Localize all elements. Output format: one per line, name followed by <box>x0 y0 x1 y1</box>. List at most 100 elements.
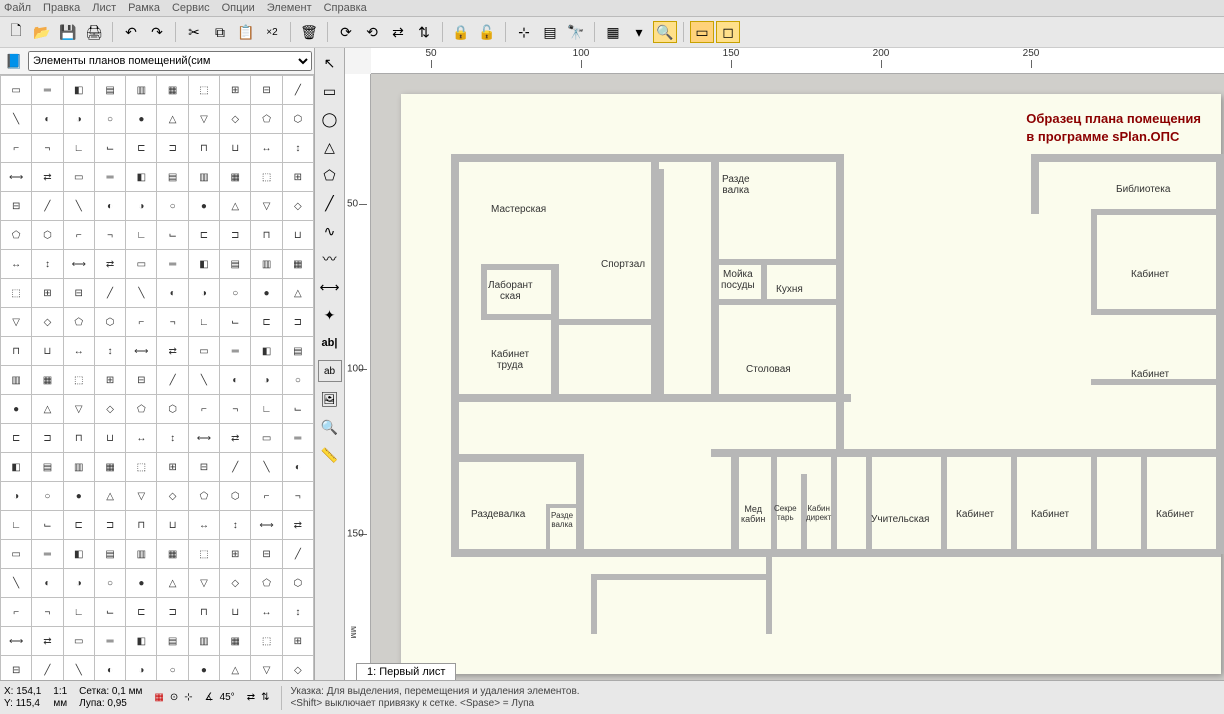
symbol-item[interactable]: ⟷ <box>189 424 219 452</box>
layers-icon[interactable]: ▤ <box>538 21 562 43</box>
symbol-item[interactable]: ⊏ <box>189 221 219 249</box>
node-icon[interactable]: ✦ <box>318 304 342 326</box>
symbol-item[interactable]: ↔ <box>1 250 31 278</box>
symbol-item[interactable]: ⊓ <box>189 134 219 162</box>
symbol-item[interactable]: ▦ <box>283 250 313 278</box>
symbol-item[interactable]: ⊓ <box>64 424 94 452</box>
symbol-item[interactable]: ◇ <box>220 105 250 133</box>
symbol-item[interactable]: ▦ <box>220 163 250 191</box>
symbol-item[interactable]: ⊟ <box>251 540 281 568</box>
unlock-icon[interactable]: 🔓 <box>475 21 499 43</box>
symbol-item[interactable]: △ <box>157 569 187 597</box>
symbol-item[interactable]: ⊔ <box>95 424 125 452</box>
menu-service[interactable]: Сервис <box>172 2 210 14</box>
symbol-item[interactable]: ▥ <box>189 163 219 191</box>
symbol-item[interactable]: ◧ <box>126 163 156 191</box>
textbox-icon[interactable]: ab <box>318 360 342 382</box>
symbol-item[interactable]: ╱ <box>95 279 125 307</box>
symbol-item[interactable]: ▤ <box>220 250 250 278</box>
symbol-item[interactable]: ▦ <box>220 627 250 655</box>
library-dropdown[interactable]: Элементы планов помещений(сим <box>28 51 312 71</box>
symbol-item[interactable]: ═ <box>32 76 62 104</box>
symbol-item[interactable]: ╱ <box>32 656 62 680</box>
symbol-item[interactable]: ▽ <box>126 482 156 510</box>
polygon-icon[interactable]: ⬠ <box>318 164 342 186</box>
open-icon[interactable]: 📂 <box>30 21 54 43</box>
symbol-item[interactable]: ⟷ <box>126 337 156 365</box>
symbol-item[interactable]: ⊐ <box>95 511 125 539</box>
symbol-item[interactable]: ╲ <box>126 279 156 307</box>
symbol-item[interactable]: ▤ <box>157 163 187 191</box>
symbol-item[interactable]: ▥ <box>189 627 219 655</box>
delete-icon[interactable]: 🗑 <box>297 21 321 43</box>
symbol-item[interactable]: ⬡ <box>283 105 313 133</box>
symbol-item[interactable]: ⊞ <box>157 453 187 481</box>
image-icon[interactable]: 🖼 <box>318 388 342 410</box>
symbol-item[interactable]: ⌐ <box>1 134 31 162</box>
refresh-icon[interactable]: ⟳ <box>334 21 358 43</box>
symbol-item[interactable]: ◑ <box>1 482 31 510</box>
symbol-item[interactable]: ⊟ <box>64 279 94 307</box>
curve-icon[interactable]: ∿ <box>318 220 342 242</box>
menu-frame[interactable]: Рамка <box>128 2 160 14</box>
menu-help[interactable]: Справка <box>324 2 367 14</box>
find-icon[interactable]: 🔭 <box>564 21 588 43</box>
symbol-item[interactable]: ⬚ <box>1 279 31 307</box>
paste-icon[interactable]: 📋 <box>234 21 258 43</box>
symbol-item[interactable]: ▽ <box>189 105 219 133</box>
symbol-item[interactable]: ⬡ <box>283 569 313 597</box>
symbol-item[interactable]: ▭ <box>64 163 94 191</box>
symbol-item[interactable]: ○ <box>283 366 313 394</box>
symbol-item[interactable]: ¬ <box>283 482 313 510</box>
symbol-item[interactable]: ⬠ <box>251 105 281 133</box>
symbol-item[interactable]: ▦ <box>95 453 125 481</box>
symbol-item[interactable]: ○ <box>95 569 125 597</box>
symbol-item[interactable]: ⇄ <box>157 337 187 365</box>
copy-icon[interactable]: ⧉ <box>208 21 232 43</box>
symbol-item[interactable]: ▥ <box>126 540 156 568</box>
symbol-item[interactable]: ▽ <box>251 656 281 680</box>
symbol-item[interactable]: ⬠ <box>1 221 31 249</box>
new-icon[interactable]: 🗋 <box>4 21 28 43</box>
symbol-item[interactable]: △ <box>32 395 62 423</box>
symbol-item[interactable]: △ <box>283 279 313 307</box>
zoom-icon[interactable]: 🔍 <box>653 21 677 43</box>
symbol-item[interactable]: ⌙ <box>220 308 250 336</box>
symbol-item[interactable]: ▦ <box>157 540 187 568</box>
symbol-item[interactable]: ⇄ <box>283 511 313 539</box>
print-icon[interactable]: 🖨 <box>82 21 106 43</box>
symbol-item[interactable]: ⬚ <box>189 540 219 568</box>
symbol-item[interactable]: ● <box>126 569 156 597</box>
symbol-item[interactable]: ● <box>251 279 281 307</box>
symbol-item[interactable]: ⊔ <box>32 337 62 365</box>
grid-icon[interactable]: ▦ <box>601 21 625 43</box>
symbol-item[interactable]: ∟ <box>189 308 219 336</box>
menu-sheet[interactable]: Лист <box>92 2 116 14</box>
symbol-item[interactable]: ◐ <box>220 366 250 394</box>
symbol-item[interactable]: ⊏ <box>251 308 281 336</box>
symbol-item[interactable]: ¬ <box>220 395 250 423</box>
symbol-item[interactable]: ◇ <box>283 656 313 680</box>
cut-icon[interactable]: ✂ <box>182 21 206 43</box>
symbol-item[interactable]: ◇ <box>95 395 125 423</box>
symbol-item[interactable]: ¬ <box>157 308 187 336</box>
symbol-item[interactable]: ⊟ <box>1 656 31 680</box>
symbol-item[interactable]: ⊓ <box>1 337 31 365</box>
symbol-item[interactable]: ╲ <box>1 569 31 597</box>
symbol-item[interactable]: ⊓ <box>251 221 281 249</box>
symbol-item[interactable]: ╱ <box>32 192 62 220</box>
symbol-item[interactable]: ⬠ <box>64 308 94 336</box>
symbol-item[interactable]: ⌙ <box>157 221 187 249</box>
symbol-item[interactable]: ∟ <box>251 395 281 423</box>
symbol-item[interactable]: ⊞ <box>283 627 313 655</box>
symbol-item[interactable]: ∟ <box>64 134 94 162</box>
symbol-item[interactable]: ◇ <box>283 192 313 220</box>
text-icon[interactable]: ab| <box>318 332 342 354</box>
symbol-item[interactable]: ● <box>126 105 156 133</box>
symbol-item[interactable]: ¬ <box>32 134 62 162</box>
symbol-item[interactable]: ◑ <box>64 105 94 133</box>
symbol-item[interactable]: ⬡ <box>220 482 250 510</box>
fit-page-icon[interactable]: ◻ <box>716 21 740 43</box>
menu-edit[interactable]: Правка <box>43 2 80 14</box>
symbol-item[interactable]: ∟ <box>1 511 31 539</box>
